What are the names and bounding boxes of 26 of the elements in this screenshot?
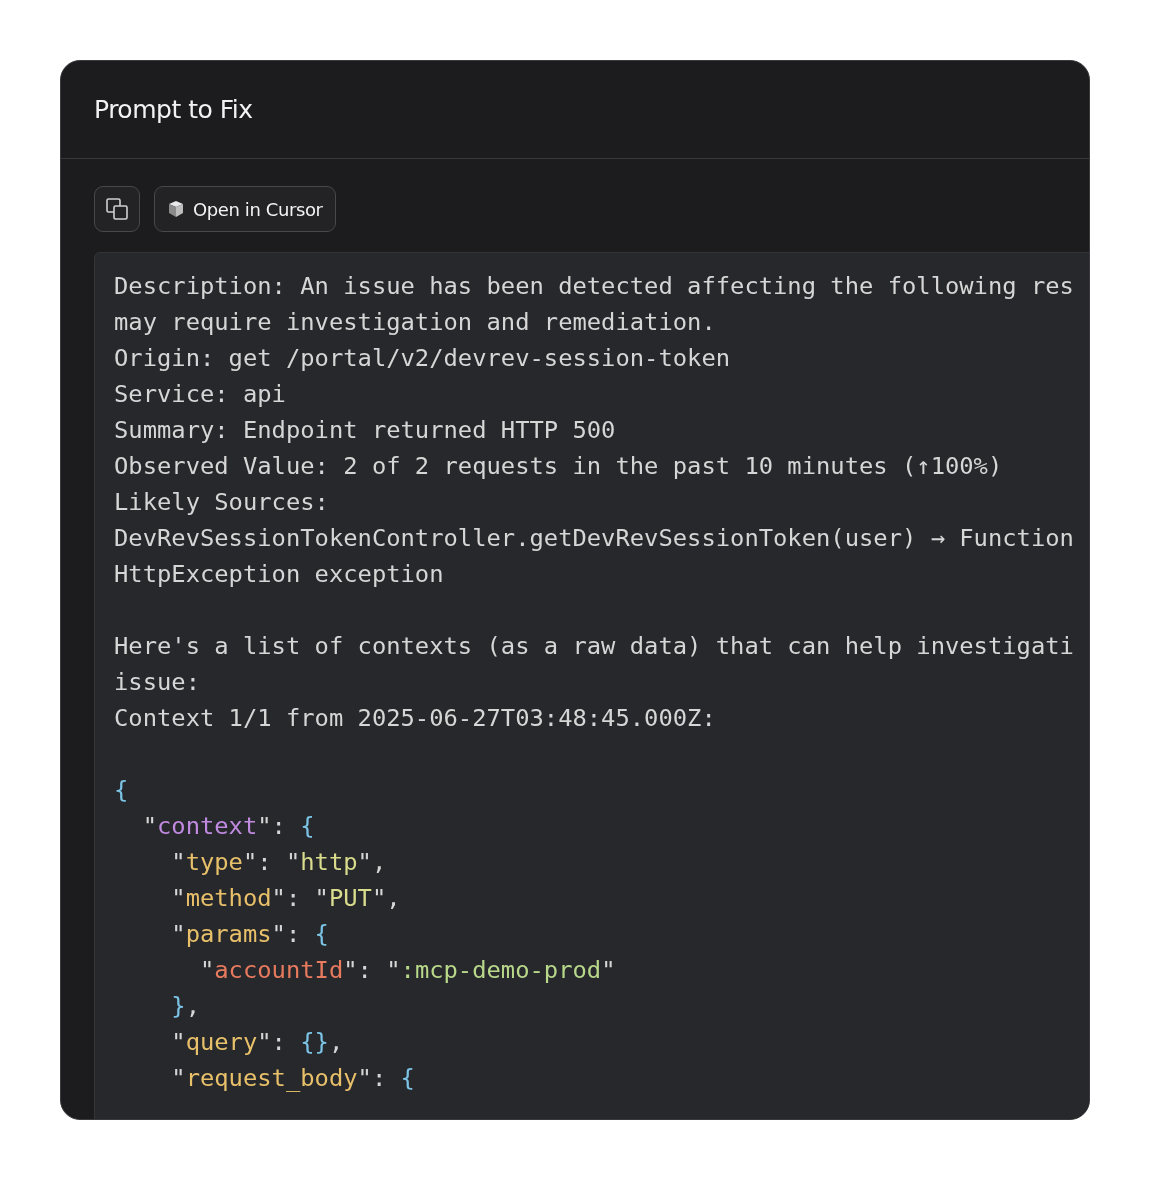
code-line: issue:: [114, 667, 200, 698]
json-line: "query": {},: [170, 1027, 344, 1058]
code-line: DevRevSessionTokenController.getDevRevSessionToken(user) → Function: [114, 523, 1074, 554]
code-line: may require investigation and remediation.: [114, 307, 716, 338]
json-line: "request_body": {: [170, 1063, 415, 1094]
json-line: "context": {: [141, 811, 315, 842]
code-line: Service: api: [114, 379, 286, 410]
json-line: "method": "PUT",: [170, 883, 401, 914]
code-line: Here's a list of contexts (as a raw data) that can help investigati: [114, 631, 1074, 662]
code-line: Observed Value: 2 of 2 requests in the past 10 minutes (↑100%): [114, 451, 1003, 482]
json-line: "accountId": ":mcp-demo-prod": [198, 955, 616, 986]
code-line: Summary: Endpoint returned HTTP 500: [114, 415, 616, 446]
json-line: {: [114, 775, 129, 806]
dialog-title: Prompt to Fix: [94, 95, 253, 124]
copy-icon: [105, 197, 129, 221]
code-line: HttpException exception: [114, 559, 444, 590]
code-line: Likely Sources:: [114, 487, 329, 518]
code-line: Context 1/1 from 2025-06-27T03:48:45.000Z:: [114, 703, 716, 734]
json-line: "params": {: [170, 919, 329, 950]
json-line: "type": "http",: [170, 847, 387, 878]
code-line: Description: An issue has been detected affecting the following res: [114, 271, 1074, 302]
open-in-cursor-button[interactable]: Open in Cursor: [154, 186, 336, 232]
code-line: Origin: get /portal/v2/devrev-session-token: [114, 343, 731, 374]
json-line: },: [170, 991, 200, 1022]
cube-icon: [167, 200, 185, 218]
copy-button[interactable]: [94, 186, 140, 232]
